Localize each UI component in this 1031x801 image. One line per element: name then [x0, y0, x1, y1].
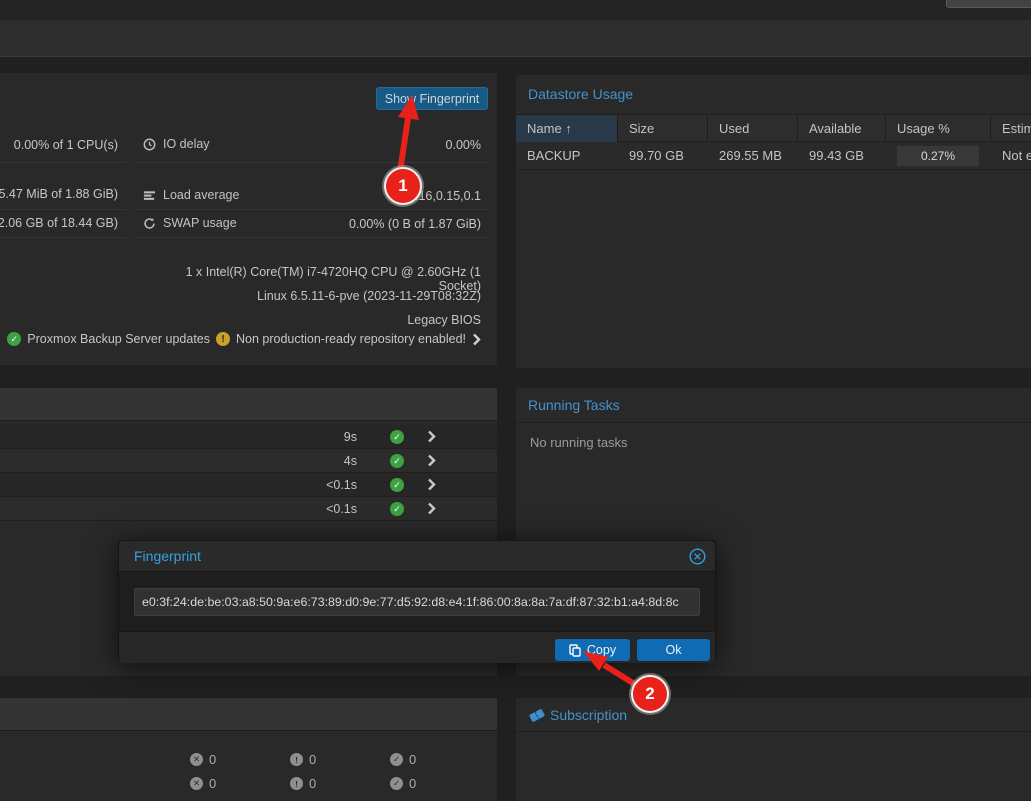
datastore-name: BACKUP	[516, 142, 580, 170]
task-row[interactable]: 4s ✓	[0, 449, 497, 473]
datastore-used: 269.55 MB	[708, 142, 782, 170]
error-count[interactable]: ✕0	[190, 776, 216, 791]
running-tasks-title: Running Tasks	[528, 397, 620, 413]
top-bar: Documentation	[0, 0, 1031, 20]
subscription-panel: Subscription	[516, 698, 1031, 801]
datastore-table-header: Name ↑ Size Used Available Usage % Estim…	[516, 114, 1031, 142]
memory-usage-value: 5.47 MiB of 1.88 GiB)	[0, 187, 118, 201]
task-duration: 9s	[0, 425, 357, 449]
column-header-available[interactable]: Available	[798, 115, 886, 143]
recent-tasks-header	[0, 388, 497, 421]
close-icon[interactable]	[689, 548, 706, 565]
datastore-estimated-full: Not enough data	[991, 142, 1031, 170]
chevron-right-icon[interactable]	[427, 430, 436, 443]
warning-circle-icon: !	[216, 332, 230, 346]
cpu-usage-value: 0.00% of 1 CPU(s)	[0, 138, 118, 152]
usage-progressbar: 0.27%	[897, 146, 979, 166]
datastore-available: 99.43 GB	[798, 142, 864, 170]
warning-circle-icon: !	[290, 777, 303, 790]
fingerprint-field[interactable]	[134, 588, 700, 616]
warning-count[interactable]: !0	[290, 776, 316, 791]
chevron-right-icon[interactable]	[427, 478, 436, 491]
chevron-right-icon[interactable]	[427, 454, 436, 467]
task-duration: 4s	[0, 449, 357, 473]
task-row[interactable]: <0.1s ✓	[0, 473, 497, 497]
show-fingerprint-button[interactable]: Show Fingerprint	[376, 87, 488, 110]
check-circle-icon: ✓	[7, 332, 21, 346]
node-status-panel: Show Fingerprint 0.00% of 1 CPU(s) 5.47 …	[0, 73, 497, 365]
copy-icon	[569, 644, 581, 657]
task-row[interactable]: 9s ✓	[0, 425, 497, 449]
fingerprint-dialog: Fingerprint Copy Ok	[118, 540, 716, 662]
summary-row: ✕0 !0 ✓0	[0, 752, 497, 770]
task-ok-icon: ✓	[390, 478, 404, 492]
task-duration: <0.1s	[0, 473, 357, 497]
ok-button[interactable]: Ok	[637, 639, 710, 661]
io-delay-value: 0.00%	[143, 138, 481, 152]
column-header-used[interactable]: Used	[708, 115, 798, 143]
ticket-icon	[528, 708, 546, 723]
documentation-button[interactable]: Documentation	[946, 0, 1031, 8]
column-header-size[interactable]: Size	[618, 115, 708, 143]
subscription-title: Subscription	[550, 707, 627, 723]
annotation-step-1: 1	[384, 167, 422, 205]
book-icon	[955, 0, 960, 3]
annotation-step-2: 2	[631, 675, 669, 713]
datastore-size: 99.70 GB	[618, 142, 684, 170]
chevron-right-icon	[472, 333, 481, 346]
ok-count[interactable]: ✓0	[390, 776, 416, 791]
no-running-tasks-text: No running tasks	[530, 435, 628, 450]
task-ok-icon: ✓	[390, 454, 404, 468]
task-summary-header	[0, 698, 497, 731]
datastore-row[interactable]: BACKUP 99.70 GB 269.55 MB 99.43 GB 0.27%…	[516, 142, 1031, 170]
secondary-bar	[0, 20, 1031, 57]
warning-circle-icon: !	[290, 753, 303, 766]
swap-usage-value: 0.00% (0 B of 1.87 GiB)	[143, 217, 481, 231]
kernel-version-info: Linux 6.5.11-6-pve (2023-11-29T08:32Z)	[143, 289, 481, 303]
dialog-footer: Copy Ok	[119, 631, 715, 663]
updates-label: Proxmox Backup Server updates	[27, 332, 210, 346]
column-header-estimated[interactable]: Estimated Full	[991, 115, 1031, 143]
error-count[interactable]: ✕0	[190, 752, 216, 767]
ok-circle-icon: ✓	[390, 753, 403, 766]
dialog-title: Fingerprint	[134, 548, 201, 564]
proxmox-backup-dashboard: Documentation Show Fingerprint 0.00% of …	[0, 0, 1031, 801]
sort-asc-icon: ↑	[565, 121, 572, 136]
task-ok-icon: ✓	[390, 430, 404, 444]
column-header-usage[interactable]: Usage %	[886, 115, 991, 143]
summary-row: ✕0 !0 ✓0	[0, 776, 497, 794]
datastore-usage-title: Datastore Usage	[528, 86, 633, 102]
warning-count[interactable]: !0	[290, 752, 316, 767]
dialog-header[interactable]: Fingerprint	[119, 541, 715, 572]
ok-count[interactable]: ✓0	[390, 752, 416, 767]
task-ok-icon: ✓	[390, 502, 404, 516]
ok-circle-icon: ✓	[390, 777, 403, 790]
error-circle-icon: ✕	[190, 777, 203, 790]
copy-button[interactable]: Copy	[555, 639, 630, 661]
repo-warning-label: Non production-ready repository enabled!	[236, 332, 466, 346]
error-circle-icon: ✕	[190, 753, 203, 766]
task-summary-panel: ✕0 !0 ✓0 ✕0 !0 ✓0	[0, 698, 497, 801]
updates-status-row[interactable]: ✓ Proxmox Backup Server updates ! Non pr…	[0, 330, 481, 348]
datastore-usage-panel: Datastore Usage Name ↑ Size Used Availab…	[516, 75, 1031, 368]
load-average-value: 0.16,0.15,0.1	[143, 189, 481, 203]
task-duration: <0.1s	[0, 497, 357, 521]
chevron-right-icon[interactable]	[427, 502, 436, 515]
column-header-name[interactable]: Name ↑	[516, 115, 618, 143]
disk-usage-value: 2.06 GB of 18.44 GB)	[0, 216, 118, 230]
task-row[interactable]: <0.1s ✓	[0, 497, 497, 521]
documentation-label: Documentation	[966, 0, 1031, 3]
boot-mode-info: Legacy BIOS	[143, 313, 481, 327]
